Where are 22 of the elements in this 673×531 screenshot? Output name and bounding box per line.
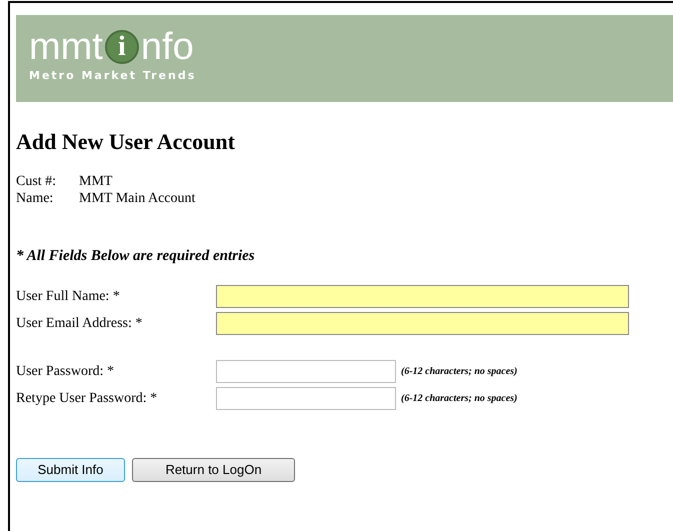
input-field[interactable] (216, 312, 629, 335)
field-label: Retype User Password: * (16, 390, 158, 408)
info-badge-icon: i (104, 30, 139, 64)
field-hint: (6-12 characters; no spaces) (401, 392, 518, 406)
info-value: MMT Main Account (79, 190, 196, 207)
page-title: Add New User Account (16, 129, 236, 155)
field-label: User Password: * (16, 363, 115, 381)
form-button[interactable]: Return to LogOn (132, 458, 295, 482)
info-label: Cust #: (16, 173, 58, 190)
input-field[interactable] (216, 387, 396, 410)
info-value: MMT (79, 173, 112, 190)
info-label: Name: (16, 190, 54, 207)
logo-text: nfo (140, 25, 194, 69)
field-label: User Email Address: * (16, 315, 144, 333)
logo-tagline: Metro Market Trends (29, 69, 198, 83)
form-button[interactable]: Submit Info (16, 458, 125, 482)
input-field[interactable] (216, 285, 629, 308)
field-hint: (6-12 characters; no spaces) (401, 365, 518, 379)
field-label: User Full Name: * (16, 288, 121, 306)
input-field[interactable] (216, 360, 396, 383)
logo-text: mmt (29, 25, 103, 69)
required-note: * All Fields Below are required entries (16, 247, 256, 265)
